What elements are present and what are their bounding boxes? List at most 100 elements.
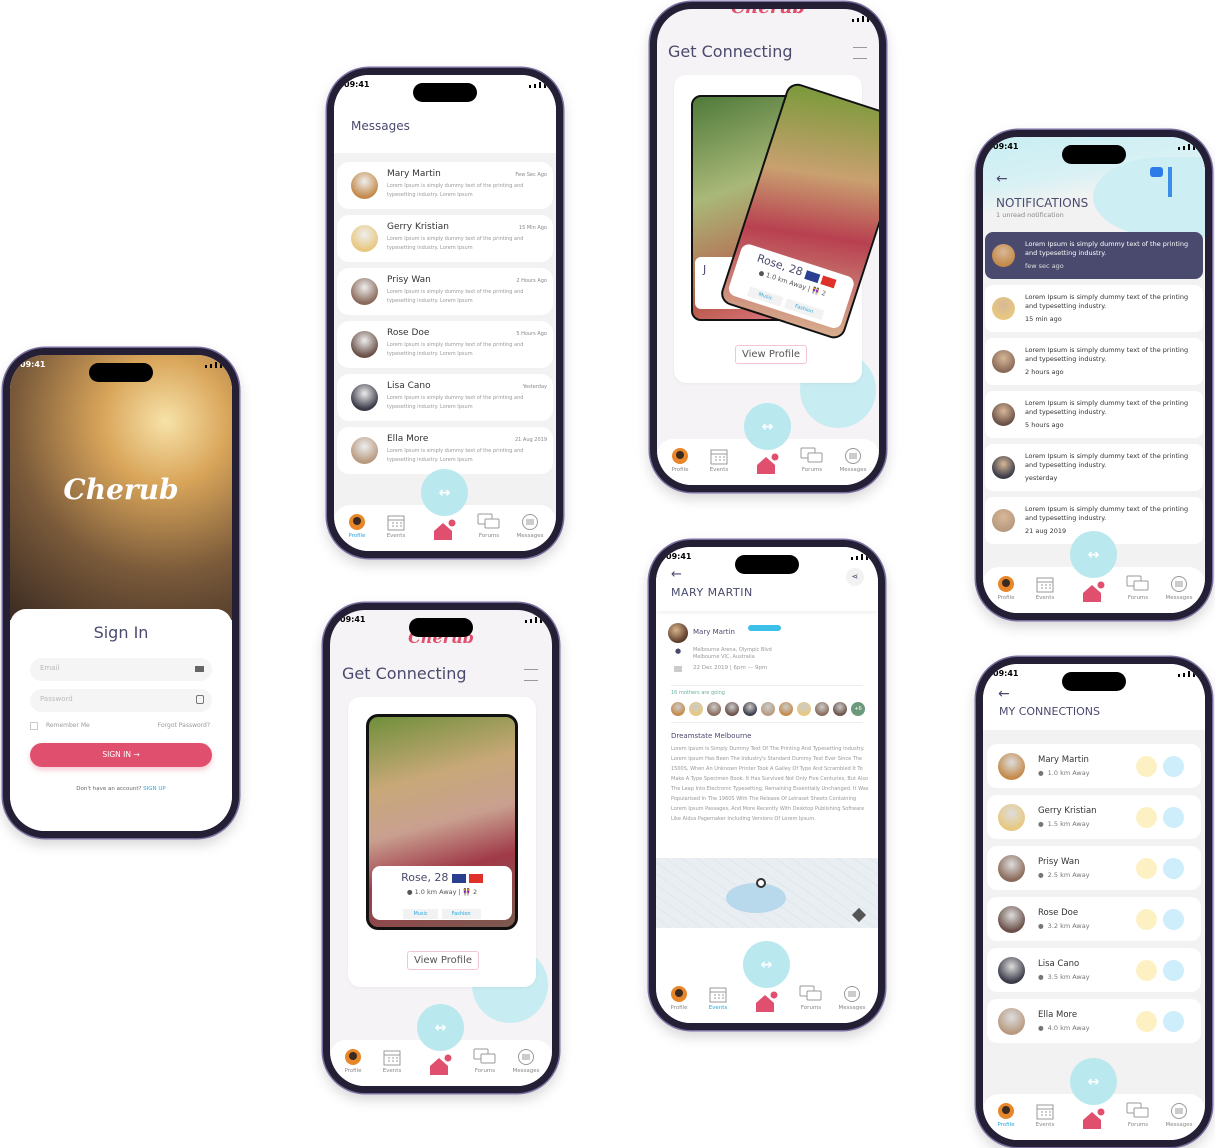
- chat-button[interactable]: [1163, 960, 1184, 981]
- nav-forums[interactable]: Forums: [469, 513, 509, 539]
- interest-tag: Fashion: [783, 298, 824, 320]
- nav-profile[interactable]: Profile: [660, 447, 700, 473]
- divider: [671, 722, 863, 723]
- message-item[interactable]: Rose Doe 5 Hours Ago Lorem Ipsum is simply…: [337, 321, 553, 368]
- swipe-fab-button[interactable]: ↔: [421, 469, 468, 516]
- nav-profile[interactable]: Profile: [333, 1048, 373, 1074]
- notification-illustration: [1150, 167, 1163, 177]
- notification-item[interactable]: Lorem Ipsum is simply dummy text of the …: [985, 285, 1203, 332]
- nav-events[interactable]: Events: [372, 1048, 412, 1074]
- chat-button[interactable]: [1163, 858, 1184, 879]
- nav-forums[interactable]: Forums: [791, 985, 831, 1011]
- notification-item[interactable]: Lorem Ipsum is simply dummy text of the …: [985, 232, 1203, 279]
- message-item[interactable]: Mary Martin Few Sec Ago Lorem Ipsum is sim…: [337, 162, 553, 209]
- swap-arrows-icon: ↔: [438, 484, 451, 501]
- nav-messages[interactable]: Messages: [510, 513, 550, 539]
- attendee-avatars[interactable]: +6: [671, 702, 865, 716]
- message-item[interactable]: Lisa Cano Yesterday Lorem Ipsum is simply …: [337, 374, 553, 421]
- nav-profile[interactable]: Profile: [986, 1102, 1026, 1128]
- notification-item[interactable]: Lorem Ipsum is simply dummy text of the …: [985, 444, 1203, 491]
- connection-distance: 3.5 km Away: [1047, 973, 1090, 981]
- like-button[interactable]: [1136, 960, 1157, 981]
- filter-icon[interactable]: [853, 47, 867, 59]
- location-pin-icon: ●: [1038, 769, 1044, 777]
- notification-item[interactable]: Lorem Ipsum is simply dummy text of the …: [985, 391, 1203, 438]
- share-icon[interactable]: ⋖: [846, 568, 864, 586]
- connection-distance: 4.0 km Away: [1047, 1024, 1090, 1032]
- signal-bar: [867, 15, 869, 22]
- nav-messages[interactable]: Messages: [833, 447, 873, 473]
- messages-icon: [833, 447, 873, 465]
- notification-item[interactable]: Lorem Ipsum is simply dummy text of the …: [985, 338, 1203, 385]
- connection-item[interactable]: Lisa Cano ● 3.5 km Away: [987, 948, 1201, 992]
- connection-distance-row: ● 1.5 km Away: [1038, 820, 1090, 828]
- like-button[interactable]: [1136, 909, 1157, 930]
- nav-forums[interactable]: Forums: [1118, 575, 1158, 601]
- event-map[interactable]: [656, 858, 878, 928]
- directions-icon[interactable]: [851, 907, 867, 923]
- email-field[interactable]: Email: [30, 658, 212, 681]
- nav-events[interactable]: Events: [698, 985, 738, 1011]
- message-item[interactable]: Prisy Wan 2 Hours Ago Lorem Ipsum is simpl…: [337, 268, 553, 315]
- back-arrow-icon[interactable]: ←: [996, 171, 1008, 187]
- connection-item[interactable]: Ella More ● 4.0 km Away: [987, 999, 1201, 1043]
- nav-home[interactable]: [1073, 1108, 1113, 1132]
- nav-home[interactable]: [1073, 581, 1113, 605]
- swipe-fab-button[interactable]: ↔: [1070, 1058, 1117, 1105]
- nav-home[interactable]: [746, 991, 786, 1015]
- nav-events[interactable]: Events: [1025, 575, 1065, 601]
- messages-icon: [1159, 1102, 1199, 1120]
- nav-messages[interactable]: Messages: [1159, 1102, 1199, 1128]
- chat-button[interactable]: [1163, 756, 1184, 777]
- attendees-more-badge[interactable]: +6: [851, 702, 865, 716]
- nav-messages[interactable]: Messages: [506, 1048, 546, 1074]
- chat-button[interactable]: [1163, 807, 1184, 828]
- swipe-fab-button[interactable]: ↔: [744, 403, 791, 450]
- back-arrow-icon[interactable]: ←: [998, 686, 1010, 702]
- nav-profile[interactable]: Profile: [337, 513, 377, 539]
- home-bell-icon: [424, 519, 464, 541]
- forgot-password-link[interactable]: Forgot Password?: [158, 722, 210, 729]
- connection-item[interactable]: Prisy Wan ● 2.5 km Away: [987, 846, 1201, 890]
- nav-messages[interactable]: Messages: [832, 985, 872, 1011]
- nav-profile[interactable]: Profile: [986, 575, 1026, 601]
- chat-button[interactable]: [1163, 909, 1184, 930]
- connection-item[interactable]: Gerry Kristian ● 1.5 km Away: [987, 795, 1201, 839]
- profile-photo[interactable]: Rose, 28 ● 1.0 km Away | 👭 2 Music Fashio…: [366, 714, 518, 930]
- connection-item[interactable]: Rose Doe ● 3.2 km Away: [987, 897, 1201, 941]
- message-item[interactable]: Ella More 21 Aug 2019 Lorem Ipsum is simpl…: [337, 427, 553, 474]
- nav-profile[interactable]: Profile: [659, 985, 699, 1011]
- chat-button[interactable]: [1163, 1011, 1184, 1032]
- like-button[interactable]: [1136, 858, 1157, 879]
- nav-label: Profile: [348, 533, 366, 539]
- password-field[interactable]: Password: [30, 689, 212, 712]
- nav-forums[interactable]: Forums: [465, 1048, 505, 1074]
- remember-me-checkbox[interactable]: [30, 722, 38, 730]
- nav-events[interactable]: Events: [1025, 1102, 1065, 1128]
- nav-forums[interactable]: Forums: [1118, 1102, 1158, 1128]
- nav-events[interactable]: Events: [376, 513, 416, 539]
- sign-up-link[interactable]: SIGN UP: [143, 786, 166, 792]
- connection-item[interactable]: Mary Martin ● 1.0 km Away: [987, 744, 1201, 788]
- nav-home[interactable]: [420, 1054, 460, 1078]
- swipe-fab-button[interactable]: ↔: [1070, 531, 1117, 578]
- like-button[interactable]: [1136, 756, 1157, 777]
- nav-messages[interactable]: Messages: [1159, 575, 1199, 601]
- swipe-fab-button[interactable]: ↔: [743, 941, 790, 988]
- nav-events[interactable]: Events: [699, 447, 739, 473]
- view-profile-button[interactable]: View Profile: [735, 345, 808, 364]
- view-profile-button[interactable]: View Profile: [407, 951, 480, 970]
- like-button[interactable]: [1136, 807, 1157, 828]
- nav-home[interactable]: [424, 519, 464, 543]
- nav-home[interactable]: [747, 453, 787, 477]
- like-button[interactable]: [1136, 1011, 1157, 1032]
- message-item[interactable]: Gerry Kristian 15 Min Ago Lorem Ipsum is s…: [337, 215, 553, 262]
- swipe-fab-button[interactable]: ↔: [417, 1004, 464, 1051]
- status-time: 09:41: [340, 615, 366, 624]
- back-arrow-icon[interactable]: ←: [671, 567, 682, 582]
- connection-name: Prisy Wan: [1038, 857, 1080, 867]
- address-line-2: Melbourne VIC, Australia: [693, 654, 755, 660]
- nav-forums[interactable]: Forums: [792, 447, 832, 473]
- sign-in-button[interactable]: SIGN IN →: [30, 743, 212, 767]
- filter-icon[interactable]: [524, 669, 538, 681]
